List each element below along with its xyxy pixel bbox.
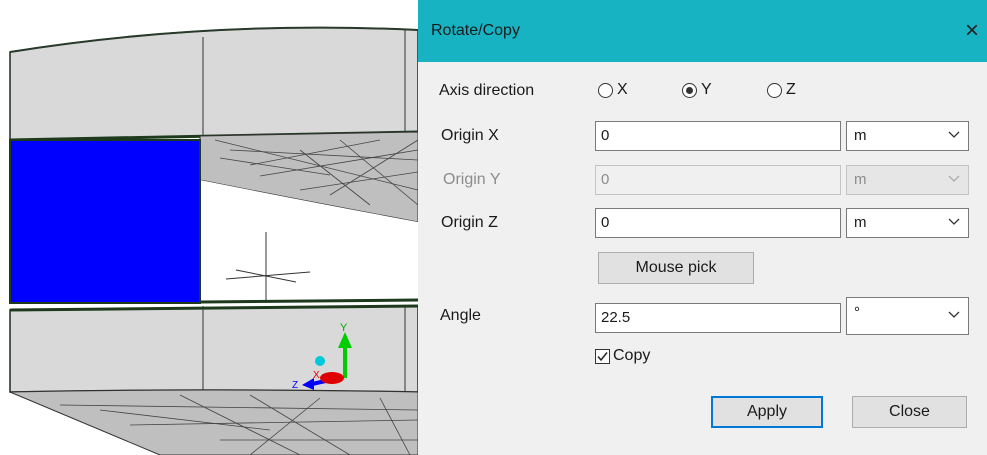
axis-direction-label: Axis direction (439, 82, 535, 99)
rotate-copy-dialog: Rotate/Copy × Axis direction X Y Z Origi… (418, 0, 987, 455)
dialog-title: Rotate/Copy (431, 22, 520, 39)
origin-x-unit-value: m (854, 127, 867, 144)
axis-z-label: Z (786, 81, 796, 98)
chevron-down-icon (948, 311, 960, 318)
lower-ring-face (9, 305, 418, 393)
origin-y-unit-value: m (854, 171, 867, 188)
angle-unit-value: ° (854, 304, 860, 321)
checkbox-box (595, 348, 610, 364)
dialog-title-bar[interactable]: Rotate/Copy × (418, 0, 987, 62)
close-icon[interactable]: × (958, 14, 986, 48)
axis-label-x: X (313, 370, 320, 381)
radio-circle-selected (682, 82, 697, 98)
angle-input[interactable]: 22.5 (595, 303, 841, 333)
axis-label-z: Z (292, 380, 298, 391)
origin-z-unit-select[interactable]: m (846, 208, 969, 238)
apply-button[interactable]: Apply (711, 396, 823, 428)
origin-y-input: 0 (595, 165, 841, 195)
angle-unit-select[interactable]: ° (846, 297, 969, 335)
copy-label: Copy (613, 347, 651, 364)
upper-ring-face (9, 26, 418, 141)
axis-z-radio[interactable]: Z (767, 80, 796, 100)
copy-checkbox[interactable]: Copy (595, 346, 650, 366)
origin-z-label: Origin Z (441, 214, 498, 231)
selected-face (9, 139, 201, 304)
3d-viewport[interactable]: Y X Z (0, 0, 418, 455)
radio-circle (767, 82, 782, 98)
axis-y-label: Y (701, 81, 712, 98)
origin-x-unit-select[interactable]: m (846, 121, 969, 151)
chevron-down-icon (948, 131, 960, 138)
origin-y-unit-select: m (846, 165, 969, 195)
angle-label: Angle (440, 307, 481, 324)
3d-model-view: Y X Z (9, 26, 418, 455)
mouse-pick-button[interactable]: Mouse pick (598, 252, 754, 284)
chevron-down-icon (948, 218, 960, 225)
origin-y-label: Origin Y (443, 171, 501, 188)
axis-y-radio[interactable]: Y (682, 80, 712, 100)
checkmark-icon (597, 351, 608, 361)
axis-x-radio[interactable]: X (598, 80, 628, 100)
origin-x-input[interactable]: 0 (595, 121, 841, 151)
radio-circle (598, 82, 613, 98)
origin-x-label: Origin X (441, 127, 499, 144)
origin-z-input[interactable]: 0 (595, 208, 841, 238)
origin-z-unit-value: m (854, 214, 867, 231)
axis-label-y: Y (340, 322, 348, 334)
close-button[interactable]: Close (852, 396, 967, 428)
chevron-down-icon (948, 175, 960, 182)
axis-x-label: X (617, 81, 628, 98)
